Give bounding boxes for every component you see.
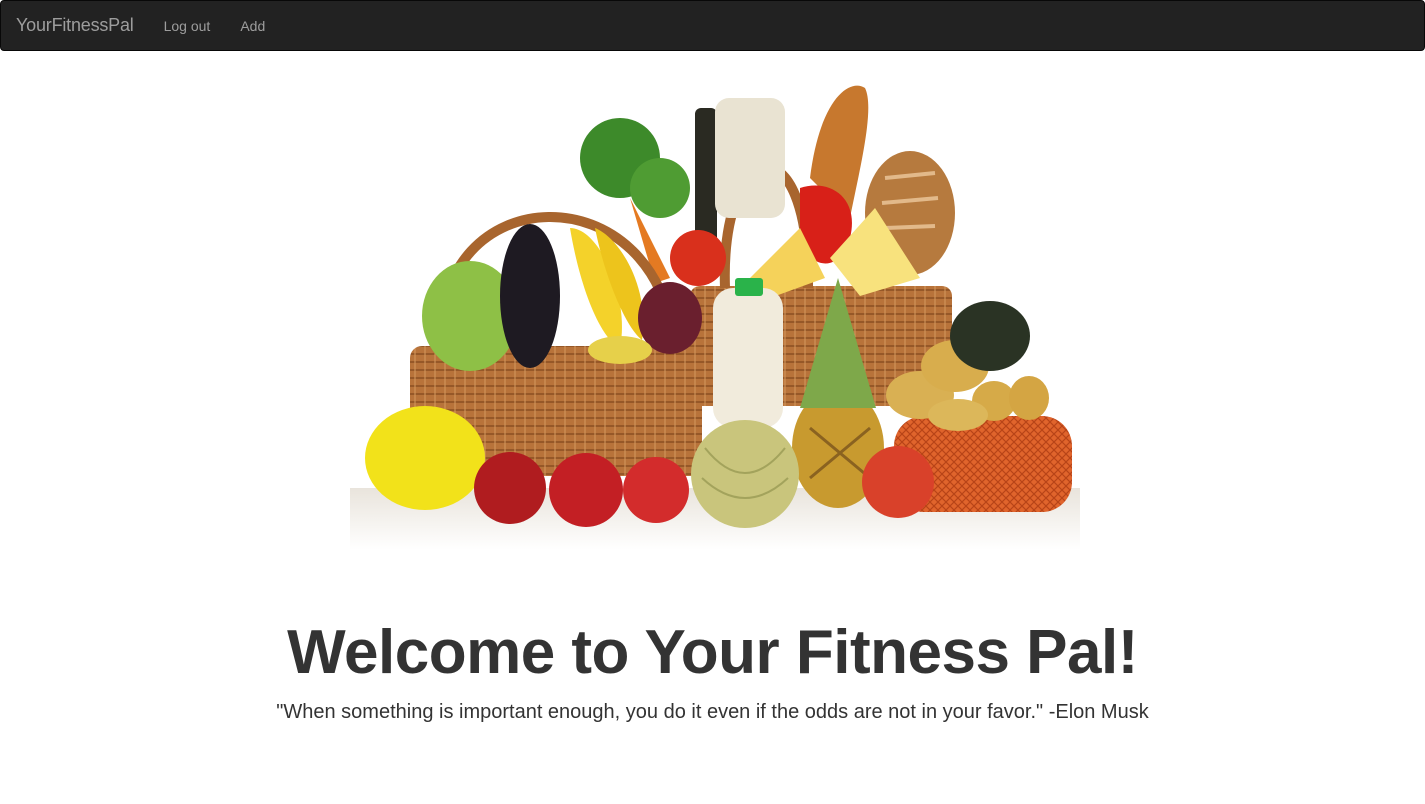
apple-1 [474,452,546,524]
quote-text: "When something is important enough, you… [276,701,1149,723]
egg-carton [715,98,785,218]
logout-link[interactable]: Log out [164,18,211,34]
eggplant [500,224,560,368]
apple-4 [862,446,934,518]
apple-2 [549,453,623,527]
milk-bottle [713,288,783,428]
navbar: YourFitnessPal Log out Add [0,0,1425,51]
yellow-melon [365,406,485,510]
brand-link[interactable]: YourFitnessPal [16,15,134,36]
page-title: Welcome to Your Fitness Pal! [287,618,1138,687]
kale [950,301,1030,371]
grocery-basket-illustration [350,85,1080,550]
add-link[interactable]: Add [240,18,265,34]
apple-3 [623,457,689,523]
hero-image [330,78,1100,553]
tomato [670,230,726,286]
